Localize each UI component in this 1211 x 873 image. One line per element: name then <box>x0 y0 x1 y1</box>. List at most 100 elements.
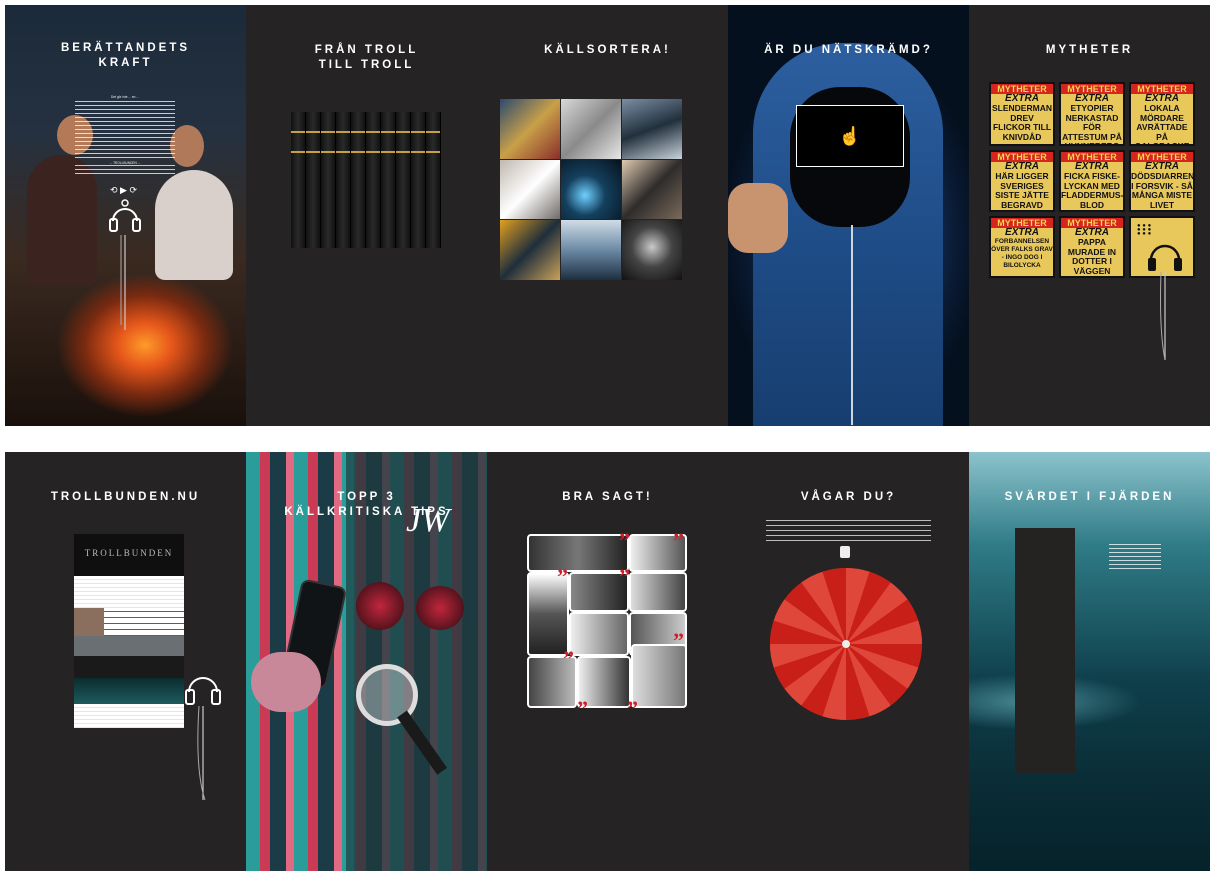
pointing-hand <box>728 183 788 253</box>
body-paragraph-lines <box>75 101 175 162</box>
quote-mark-icon: ” <box>557 564 568 589</box>
headphones-icon[interactable] <box>183 670 223 805</box>
tabloid-poster: MYTHETER EXTRA LOKALA MÖRDARE AVRÄTTADE PÅ… <box>1129 82 1195 146</box>
site-photo <box>74 608 104 636</box>
tabloid-headline: DÖDSDIARREN I FORSVIK - SÅ MÅNGA MISTE L… <box>1131 171 1195 210</box>
body-text-lines <box>1109 544 1161 572</box>
quote-mark-icon: ” <box>673 628 684 653</box>
quote-card <box>631 644 687 708</box>
photo-fabric <box>561 99 621 159</box>
panel-kallsortera[interactable]: KÄLLSORTERA! <box>487 5 728 426</box>
lens-right <box>416 586 464 630</box>
panel-vagar-du[interactable]: VÅGAR DU? <box>728 452 969 871</box>
quote-mark-icon: ” <box>627 696 638 721</box>
tabloid-poster: MYTHETER EXTRA ETYOPIER NERKASTAD FÖR ATTE… <box>1059 82 1125 146</box>
tabloid-poster: MYTHETER EXTRA FORBANNELSEN ÖVER FALKS GRA… <box>989 216 1055 278</box>
photo-runner <box>622 99 682 159</box>
quote-mark-icon: ” <box>619 564 630 589</box>
tabloid-headline: FICKA FISKE-LYCKAN MED FLADDERMUS-BLOD <box>1061 171 1124 210</box>
panel-mytheter[interactable]: MYTHETER MYTHETER EXTRA SLENDERMAN DREV FL… <box>969 5 1210 426</box>
panel-title: BRA SAGT! <box>562 491 653 503</box>
quote-collage: ” ” ” ” ” ” ” ” <box>527 528 687 720</box>
photo-face <box>622 220 682 280</box>
panel-trollbunden-nu[interactable]: TROLLBUNDEN.NU TROLLBUNDEN <box>5 452 246 871</box>
sword-cutout <box>1015 528 1075 774</box>
site-band <box>74 636 184 656</box>
panel-title: TROLLBUNDEN.NU <box>50 491 201 503</box>
tabloid-poster: MYTHETER EXTRA FICKA FISKE-LYCKAN MED FLAD… <box>1059 150 1125 212</box>
panel-svardet-i-fjarden[interactable]: SVÄRDET I FJÄRDEN <box>969 452 1210 871</box>
quote-mark-icon: ” <box>619 528 630 553</box>
exhibit-row-bottom: TROLLBUNDEN.NU TROLLBUNDEN TOPP 3 KÄLLKR… <box>5 452 1210 871</box>
panel-title: ÄR DU NÄTSKRÄMD? <box>764 44 933 56</box>
spinning-wheel[interactable] <box>768 566 924 722</box>
speaker-grill-icon: ● ● ● ● ● ● ● ● ● <box>1137 223 1152 237</box>
photo-grid <box>500 99 682 280</box>
person-right-head <box>170 125 204 167</box>
hand <box>251 652 321 712</box>
quote-mark-icon: ” <box>577 696 588 721</box>
panel-title: SVÄRDET I FJÄRDEN <box>1004 491 1175 503</box>
body-paragraph-lines-2 <box>75 165 175 178</box>
headphones-icon[interactable] <box>1145 240 1185 365</box>
zipper <box>851 225 853 425</box>
touch-screen-box[interactable]: ☝ <box>796 105 904 167</box>
panel-title: KÄLLSORTERA! <box>544 44 671 56</box>
tabloid-extra: EXTRA <box>1005 227 1039 238</box>
site-feature-text <box>104 608 184 636</box>
photo-tools <box>500 220 560 280</box>
panel-fran-troll-till-troll[interactable]: FRÅN TROLL TILL TROLL <box>246 5 487 426</box>
quote-mark-icon: ” <box>563 646 574 671</box>
quote-card <box>527 534 629 572</box>
headphones-icon[interactable] <box>108 195 142 330</box>
intro-text-lines <box>766 520 931 542</box>
book <box>396 112 411 248</box>
tabloid-headline: LOKALA MÖRDARE AVRÄTTADE PÅ GALGBACKE <box>1134 103 1190 146</box>
book <box>351 112 366 248</box>
book <box>411 112 426 248</box>
website-screenshot[interactable]: TROLLBUNDEN <box>74 534 184 728</box>
site-dark-band <box>74 656 184 678</box>
person-right <box>155 170 233 280</box>
water-highlight <box>969 602 1210 772</box>
site-image-band <box>74 678 184 704</box>
tabloid-headline: ETYOPIER NERKASTAD FÖR ATTESTUM PÅ HUNNE… <box>1062 103 1122 146</box>
panel-topp-3-kallkritiska-tips[interactable]: TOPP 3 KÄLLKRITISKA TIPS JW <box>246 452 487 871</box>
quote-card <box>569 612 629 656</box>
panel-title: FRÅN TROLL TILL TROLL <box>314 44 419 71</box>
book <box>366 112 381 248</box>
signature: JW <box>406 502 450 539</box>
lens-left <box>356 582 404 630</box>
panel-title: TOPP 3 KÄLLKRITISKA TIPS <box>284 491 449 518</box>
body-text: Det gör inte ... en ... ... TROLLBUNDEN … <box>75 95 175 178</box>
book <box>306 112 321 248</box>
panel-title: VÅGAR DU? <box>800 491 897 503</box>
book <box>321 112 336 248</box>
photo-iceberg <box>561 220 621 280</box>
site-feature <box>74 608 184 636</box>
tabloid-headline: SLENDERMAN DREV FLICKOR TILL KNIVDÅD <box>992 103 1052 142</box>
panel-berattandets-kraft[interactable]: BERÄTTANDETS KRAFT Det gör inte ... en .… <box>5 5 246 426</box>
tabloid-poster: MYTHETER EXTRA PAPPA MURADE IN DOTTER I VÄ… <box>1059 216 1125 278</box>
book <box>381 112 396 248</box>
photo-paper <box>500 159 560 220</box>
quote-mark-icon: ” <box>673 528 684 553</box>
photo-hands <box>500 99 560 159</box>
book <box>291 112 306 248</box>
panel-bra-sagt[interactable]: BRA SAGT! ” ” ” ” ” ” ” ” <box>487 452 728 871</box>
exhibit-row-top: BERÄTTANDETS KRAFT Det gör inte ... en .… <box>5 5 1210 426</box>
tabloid-poster: MYTHETER EXTRA SLENDERMAN DREV FLICKOR TIL… <box>989 82 1055 146</box>
book <box>336 112 351 248</box>
site-text-block <box>74 576 184 608</box>
hand-pointer-icon: ☝ <box>838 125 862 146</box>
photo-network <box>561 159 621 220</box>
panel-ar-du-natskramd[interactable]: ÄR DU NÄTSKRÄMD? ☝ <box>728 5 969 426</box>
tabloid-poster: MYTHETER EXTRA DÖDSDIARREN I FORSVIK - SÅ … <box>1129 150 1195 212</box>
site-header: TROLLBUNDEN <box>74 534 184 576</box>
tabloid-headline: FORBANNELSEN ÖVER FALKS GRAV - INGO DOG … <box>991 238 1053 269</box>
tabloid-headline: HÄR LIGGER SVERIGES SISTE JÄTTE BEGRAVD <box>995 171 1049 210</box>
photo-laptop <box>622 159 682 220</box>
tabloid-headline: PAPPA MURADE IN DOTTER I VÄGGEN <box>1067 237 1117 276</box>
body-line-1: Det gör inte ... en ... <box>111 95 139 99</box>
tabloid-poster: MYTHETER EXTRA HÄR LIGGER SVERIGES SISTE J… <box>989 150 1055 212</box>
